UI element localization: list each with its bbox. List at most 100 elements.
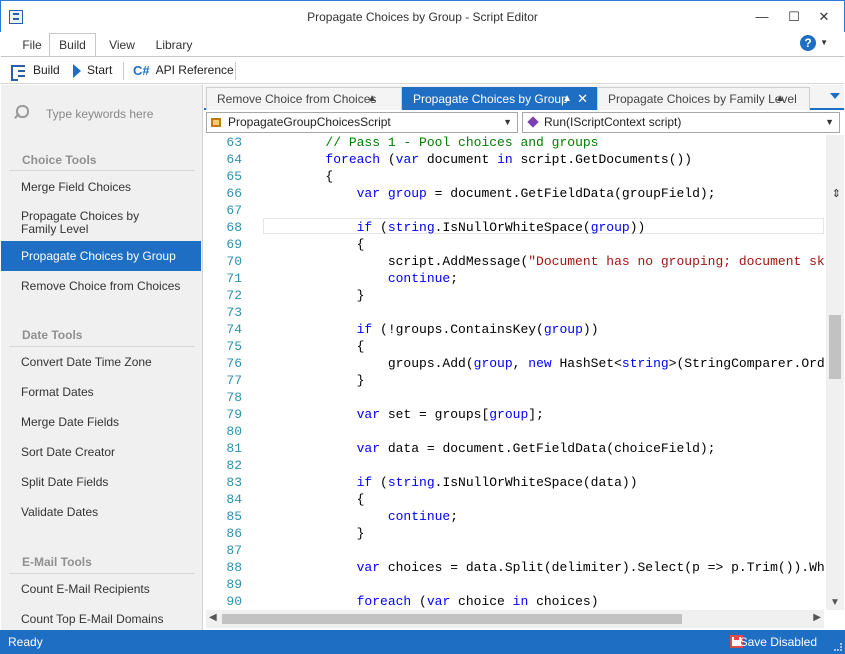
code-line[interactable]: 71 continue; [206,270,824,287]
start-icon [73,63,81,78]
code-line[interactable]: 88 var choices = data.Split(delimiter).S… [206,559,824,576]
sidebar-item-propagate-choices-by-family-level[interactable]: Propagate Choices by Family Level [1,210,201,236]
line-number: 74 [226,322,242,337]
code-line[interactable]: 75 { [206,338,824,355]
code-line[interactable]: 78 [206,389,824,406]
sidebar-item-propagate-choices-by-group[interactable]: Propagate Choices by Group [1,241,201,271]
tab-file[interactable]: File [15,36,49,57]
code-line[interactable]: 67 [206,202,824,219]
editor-area: Remove Choice from Choices ▲ Propagate C… [204,85,844,630]
minimize-button[interactable]: — [752,7,772,27]
code-text: var data = document.GetFieldData(choiceF… [356,441,716,456]
pin-icon[interactable]: ▲ [562,88,572,110]
sidebar-item-split-date-fields[interactable]: Split Date Fields [1,476,201,491]
tab-library[interactable]: Library [151,36,197,57]
pin-icon[interactable]: ▲ [775,88,785,110]
close-tab-icon[interactable]: ✕ [577,88,588,110]
code-line[interactable]: 77 } [206,372,824,389]
code-line[interactable]: 89 [206,576,824,593]
toolbar: Build Start C# API Reference [1,56,844,84]
code-editor[interactable]: 63 // Pass 1 - Pool choices and groups 64… [206,135,824,610]
line-number: 77 [226,373,242,388]
help-icon[interactable]: ? [800,35,816,51]
code-line[interactable]: 69 { [206,236,824,253]
code-line[interactable]: 63 // Pass 1 - Pool choices and groups [206,135,824,151]
line-number: 73 [226,305,242,320]
tab-propagate-choices-by-family-level[interactable]: Propagate Choices by Family Level ▲ [597,87,810,110]
scroll-left-arrow[interactable]: ◀ [209,612,217,623]
group-title-choice-tools: Choice Tools [22,153,97,167]
code-line[interactable]: 68 if (string.IsNullOrWhiteSpace(group)) [206,219,824,236]
code-text: var set = groups[group]; [356,407,544,422]
vertical-scrollbar[interactable]: ⇕ ▼ [826,135,844,610]
title-bar: Propagate Choices by Group - Script Edit… [0,0,845,32]
window-title: Propagate Choices by Group - Script Edit… [307,10,538,24]
tab-view[interactable]: View [103,36,141,57]
tab-label: Propagate Choices by Group [413,92,568,106]
line-number: 72 [226,288,242,303]
code-text: // Pass 1 - Pool choices and groups [325,135,599,150]
toolbar-separator [123,62,124,80]
tab-build[interactable]: Build [49,33,96,57]
sidebar-item-convert-date-time-zone[interactable]: Convert Date Time Zone [1,356,201,371]
method-icon [527,116,539,128]
sidebar-item-merge-field-choices[interactable]: Merge Field Choices [1,181,201,196]
code-line[interactable]: 65 { [206,168,824,185]
method-selector[interactable]: Run(IScriptContext script) ▼ [522,112,840,133]
code-line[interactable]: 74 if (!groups.ContainsKey(group)) [206,321,824,338]
code-line[interactable]: 72 } [206,287,824,304]
code-line[interactable]: 85 continue; [206,508,824,525]
sidebar-item-format-dates[interactable]: Format Dates [1,386,201,401]
code-line[interactable]: 64 foreach (var document in script.GetDo… [206,151,824,168]
sidebar-item-merge-date-fields[interactable]: Merge Date Fields [1,416,201,431]
scroll-thumb[interactable] [222,614,682,624]
sidebar-item-sort-date-creator[interactable]: Sort Date Creator [1,446,201,461]
tabs-dropdown-icon[interactable] [830,93,840,99]
build-button[interactable]: Build [11,62,60,81]
class-selector[interactable]: PropagateGroupChoicesScript ▼ [206,112,518,133]
split-view-icon[interactable]: ⇕ [832,187,841,200]
line-number: 80 [226,424,242,439]
close-button[interactable]: ✕ [814,7,834,27]
scroll-thumb[interactable] [829,315,841,379]
scroll-right-arrow[interactable]: ▶ [813,612,821,623]
api-reference-button[interactable]: C# API Reference [133,62,234,80]
code-line[interactable]: 79 var set = groups[group]; [206,406,824,423]
code-line[interactable]: 81 var data = document.GetFieldData(choi… [206,440,824,457]
maximize-button[interactable]: ☐ [784,7,804,27]
code-line[interactable]: 82 [206,457,824,474]
chevron-down-icon: ▼ [825,117,834,127]
sidebar-item-count-email-recipients[interactable]: Count E-Mail Recipients [1,583,201,598]
code-line[interactable]: 90 foreach (var choice in choices) [206,593,824,610]
pin-icon[interactable]: ▲ [367,88,377,110]
group-title-email-tools: E-Mail Tools [22,555,92,569]
help-dropdown-icon[interactable]: ▼ [820,38,828,47]
code-line[interactable]: 84 { [206,491,824,508]
resize-grip[interactable] [834,643,842,651]
sidebar-item-remove-choice-from-choices[interactable]: Remove Choice from Choices [1,280,201,295]
code-line[interactable]: 80 [206,423,824,440]
code-line[interactable]: 86 } [206,525,824,542]
code-line[interactable]: 66 var group = document.GetFieldData(gro… [206,185,824,202]
code-line[interactable]: 76 groups.Add(group, new HashSet<string>… [206,355,824,372]
code-line[interactable]: 73 [206,304,824,321]
status-text: Ready [8,635,43,649]
code-line[interactable]: 83 if (string.IsNullOrWhiteSpace(data)) [206,474,824,491]
line-number: 68 [226,220,242,235]
scroll-down-arrow[interactable]: ▼ [826,597,844,608]
tab-remove-choice-from-choices[interactable]: Remove Choice from Choices ▲ [206,87,402,110]
save-status: Save Disabled [739,635,817,649]
code-line[interactable]: 87 [206,542,824,559]
line-number: 81 [226,441,242,456]
tab-propagate-choices-by-group[interactable]: Propagate Choices by Group ▲ ✕ [402,87,597,110]
start-button[interactable]: Start [73,62,112,80]
line-number: 63 [226,135,242,150]
method-selector-value: Run(IScriptContext script) [544,115,682,129]
code-line[interactable]: 70 script.AddMessage("Document has no gr… [206,253,824,270]
line-number: 70 [226,254,242,269]
sidebar-item-count-top-email-domains[interactable]: Count Top E-Mail Domains [1,613,201,628]
horizontal-scrollbar[interactable]: ◀ ▶ [206,610,824,628]
line-number: 66 [226,186,242,201]
sidebar-item-validate-dates[interactable]: Validate Dates [1,506,201,521]
csharp-icon: C# [133,62,150,78]
